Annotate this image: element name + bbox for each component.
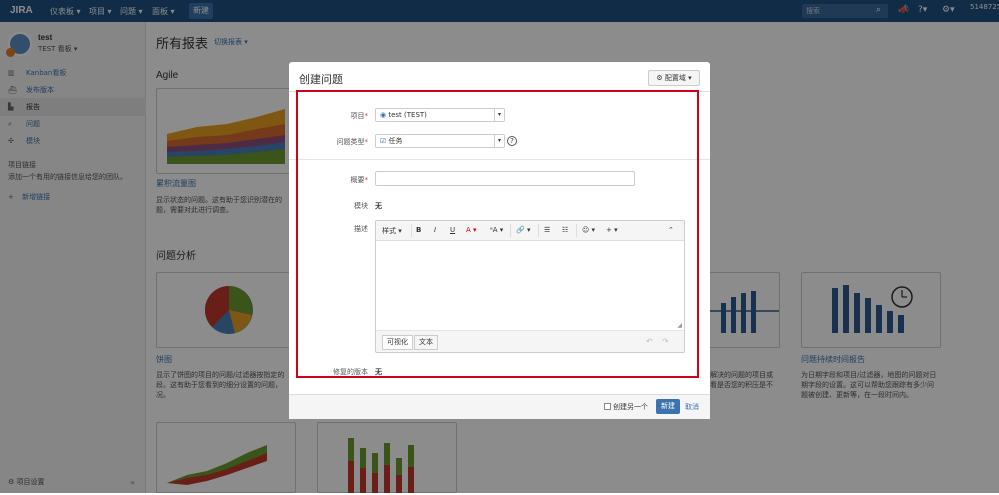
configure-fields-label: 配置域 ▾ xyxy=(664,74,692,82)
checkbox-icon xyxy=(604,403,611,410)
create-another-checkbox[interactable]: 创建另一个 xyxy=(604,402,648,412)
create-another-label: 创建另一个 xyxy=(613,403,648,411)
create-button[interactable]: 新建 xyxy=(656,399,680,414)
dialog-header: 创建问题 ⚙ 配置域 ▾ xyxy=(289,62,710,92)
configure-fields-button[interactable]: ⚙ 配置域 ▾ xyxy=(648,70,700,86)
gear-icon: ⚙ xyxy=(656,74,663,82)
cancel-link[interactable]: 取消 xyxy=(685,402,699,412)
highlight-box xyxy=(296,90,699,378)
dialog-title: 创建问题 xyxy=(299,74,343,86)
